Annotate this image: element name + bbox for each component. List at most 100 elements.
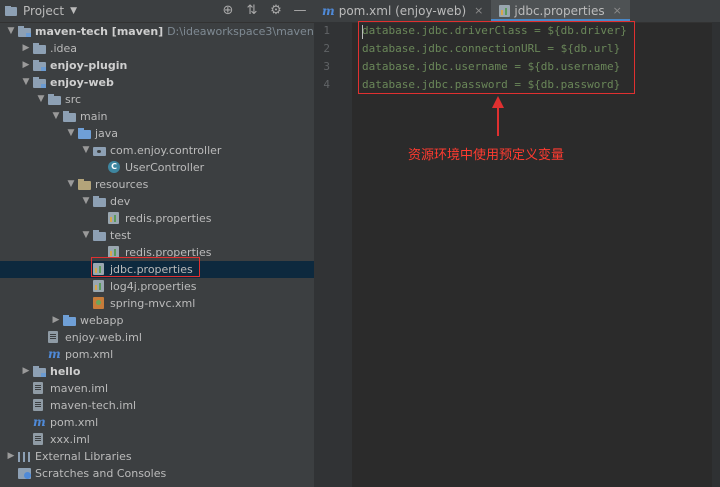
expand-arrow-icon[interactable]: ▼: [51, 108, 61, 125]
tree-item[interactable]: ▼ enjoy-web: [0, 74, 314, 91]
tree-item-label: redis.properties: [125, 212, 212, 225]
maven-m-icon: m: [48, 347, 61, 361]
collapse-arrow-icon[interactable]: ▶: [51, 312, 61, 329]
expand-arrow-icon[interactable]: ▼: [66, 125, 76, 142]
module-folder-icon: [33, 366, 46, 377]
maven-m-icon: m: [33, 415, 46, 429]
chevron-down-icon[interactable]: ▼: [70, 6, 77, 16]
tree-item[interactable]: m pom.xml: [0, 414, 314, 431]
line-number: 3: [323, 60, 330, 73]
annotation-text: 资源环境中使用预定义变量: [408, 148, 565, 163]
tree-item[interactable]: xxx.iml: [0, 431, 314, 448]
tree-item[interactable]: ▶ hello: [0, 363, 314, 380]
tree-item[interactable]: ▶ webapp: [0, 312, 314, 329]
tree-item-label: pom.xml: [50, 416, 99, 429]
tree-item[interactable]: C UserController: [0, 159, 314, 176]
expand-arrow-icon[interactable]: ▼: [6, 23, 16, 40]
project-panel-toolbar: ⊕ ⇅ ⚙ —: [220, 3, 308, 19]
tree-item[interactable]: ▼ resources: [0, 176, 314, 193]
package-icon: [93, 147, 106, 156]
editor-right-stripe: [712, 22, 720, 487]
editor-tab-bar: m pom.xml (enjoy-web) × jdbc.properties ×: [314, 0, 720, 23]
folder-icon: [93, 230, 106, 241]
editor-area: m pom.xml (enjoy-web) × jdbc.properties × 1 2…: [314, 0, 720, 487]
module-folder-icon: [18, 26, 31, 37]
tab-label: jdbc.properties: [514, 4, 605, 18]
tree-item-label: External Libraries: [35, 450, 132, 463]
line-number-gutter: 1 2 3 4: [314, 22, 352, 487]
tree-item-label: UserController: [125, 161, 205, 174]
editor-tab[interactable]: jdbc.properties ×: [491, 0, 631, 22]
folder-icon: [48, 94, 61, 105]
project-view-title[interactable]: Project: [23, 4, 64, 18]
collapse-arrow-icon[interactable]: ▶: [6, 448, 16, 465]
tree-item-label: enjoy-web: [50, 76, 114, 89]
tree-item-label: hello: [50, 365, 81, 378]
tree-item[interactable]: redis.properties: [0, 210, 314, 227]
tree-item[interactable]: ▼ test: [0, 227, 314, 244]
tree-item[interactable]: ▼ dev: [0, 193, 314, 210]
tree-item[interactable]: ▼ maven-tech [maven] D:\ideaworkspace3\ma…: [0, 23, 342, 40]
module-folder-icon: [33, 60, 46, 71]
tree-item[interactable]: ▼ src: [0, 91, 314, 108]
expand-arrow-icon[interactable]: ▼: [81, 193, 91, 210]
close-icon[interactable]: ×: [613, 0, 622, 22]
expand-arrow-icon[interactable]: ▼: [21, 74, 31, 91]
gear-icon[interactable]: ⚙: [268, 3, 284, 19]
xml-file-icon: [93, 297, 104, 309]
maven-m-icon: m: [322, 4, 335, 18]
expand-arrow-icon[interactable]: ▼: [81, 227, 91, 244]
expand-arrow-icon[interactable]: ▼: [81, 142, 91, 159]
tree-item[interactable]: log4j.properties: [0, 278, 314, 295]
tree-item-label: java: [95, 127, 119, 140]
editor-tab[interactable]: m pom.xml (enjoy-web) ×: [314, 0, 491, 22]
tree-item-label: src: [65, 93, 82, 106]
expand-arrow-icon[interactable]: ▼: [66, 176, 76, 193]
library-icon: [18, 452, 30, 462]
tree-item-label: xxx.iml: [50, 433, 90, 446]
iml-file-icon: [33, 399, 43, 411]
collapse-arrow-icon[interactable]: ▶: [21, 40, 31, 57]
iml-file-icon: [33, 433, 43, 445]
tab-label: pom.xml (enjoy-web): [338, 4, 467, 18]
minimize-icon[interactable]: —: [292, 3, 308, 19]
tree-item[interactable]: ▼ java: [0, 125, 314, 142]
collapse-icon[interactable]: ⇅: [244, 3, 260, 19]
line-number: 4: [323, 78, 330, 91]
collapse-arrow-icon[interactable]: ▶: [21, 363, 31, 380]
tree-item[interactable]: enjoy-web.iml: [0, 329, 314, 346]
tree-item[interactable]: ▶ .idea: [0, 40, 314, 57]
resources-folder-icon: [78, 179, 91, 190]
red-highlight-box: [91, 257, 200, 277]
tree-item-label: test: [110, 229, 132, 242]
project-panel-header: Project ▼ ⊕ ⇅ ⚙ —: [0, 0, 314, 23]
tree-item-label: enjoy-plugin: [50, 59, 128, 72]
target-icon[interactable]: ⊕: [220, 3, 236, 19]
expand-arrow-icon[interactable]: ▼: [36, 91, 46, 108]
close-icon[interactable]: ×: [474, 0, 483, 22]
collapse-arrow-icon[interactable]: ▶: [21, 57, 31, 74]
line-number: 1: [323, 24, 330, 37]
tree-item[interactable]: maven-tech.iml: [0, 397, 314, 414]
tree-item-label: Scratches and Consoles: [35, 467, 167, 480]
tree-item-label: spring-mvc.xml: [110, 297, 196, 310]
red-highlight-box: [358, 21, 635, 94]
tree-item[interactable]: spring-mvc.xml: [0, 295, 314, 312]
tree-item[interactable]: ▼ com.enjoy.controller: [0, 142, 314, 159]
tree-item-label: dev: [110, 195, 131, 208]
scratches-icon: [18, 468, 31, 479]
tree-item-label: enjoy-web.iml: [65, 331, 142, 344]
tree-item[interactable]: m pom.xml: [0, 346, 314, 363]
tree-item[interactable]: Scratches and Consoles: [0, 465, 314, 482]
tree-item[interactable]: ▶ External Libraries: [0, 448, 314, 465]
tree-item[interactable]: ▼ main: [0, 108, 314, 125]
folder-icon: [33, 43, 46, 54]
folder-icon: [63, 111, 76, 122]
tree-item-label: main: [80, 110, 108, 123]
line-number: 2: [323, 42, 330, 55]
tree-item[interactable]: maven.iml: [0, 380, 314, 397]
iml-file-icon: [33, 382, 43, 394]
tree-item[interactable]: ▶ enjoy-plugin: [0, 57, 314, 74]
source-folder-icon: [63, 315, 76, 326]
module-folder-icon: [33, 77, 46, 88]
